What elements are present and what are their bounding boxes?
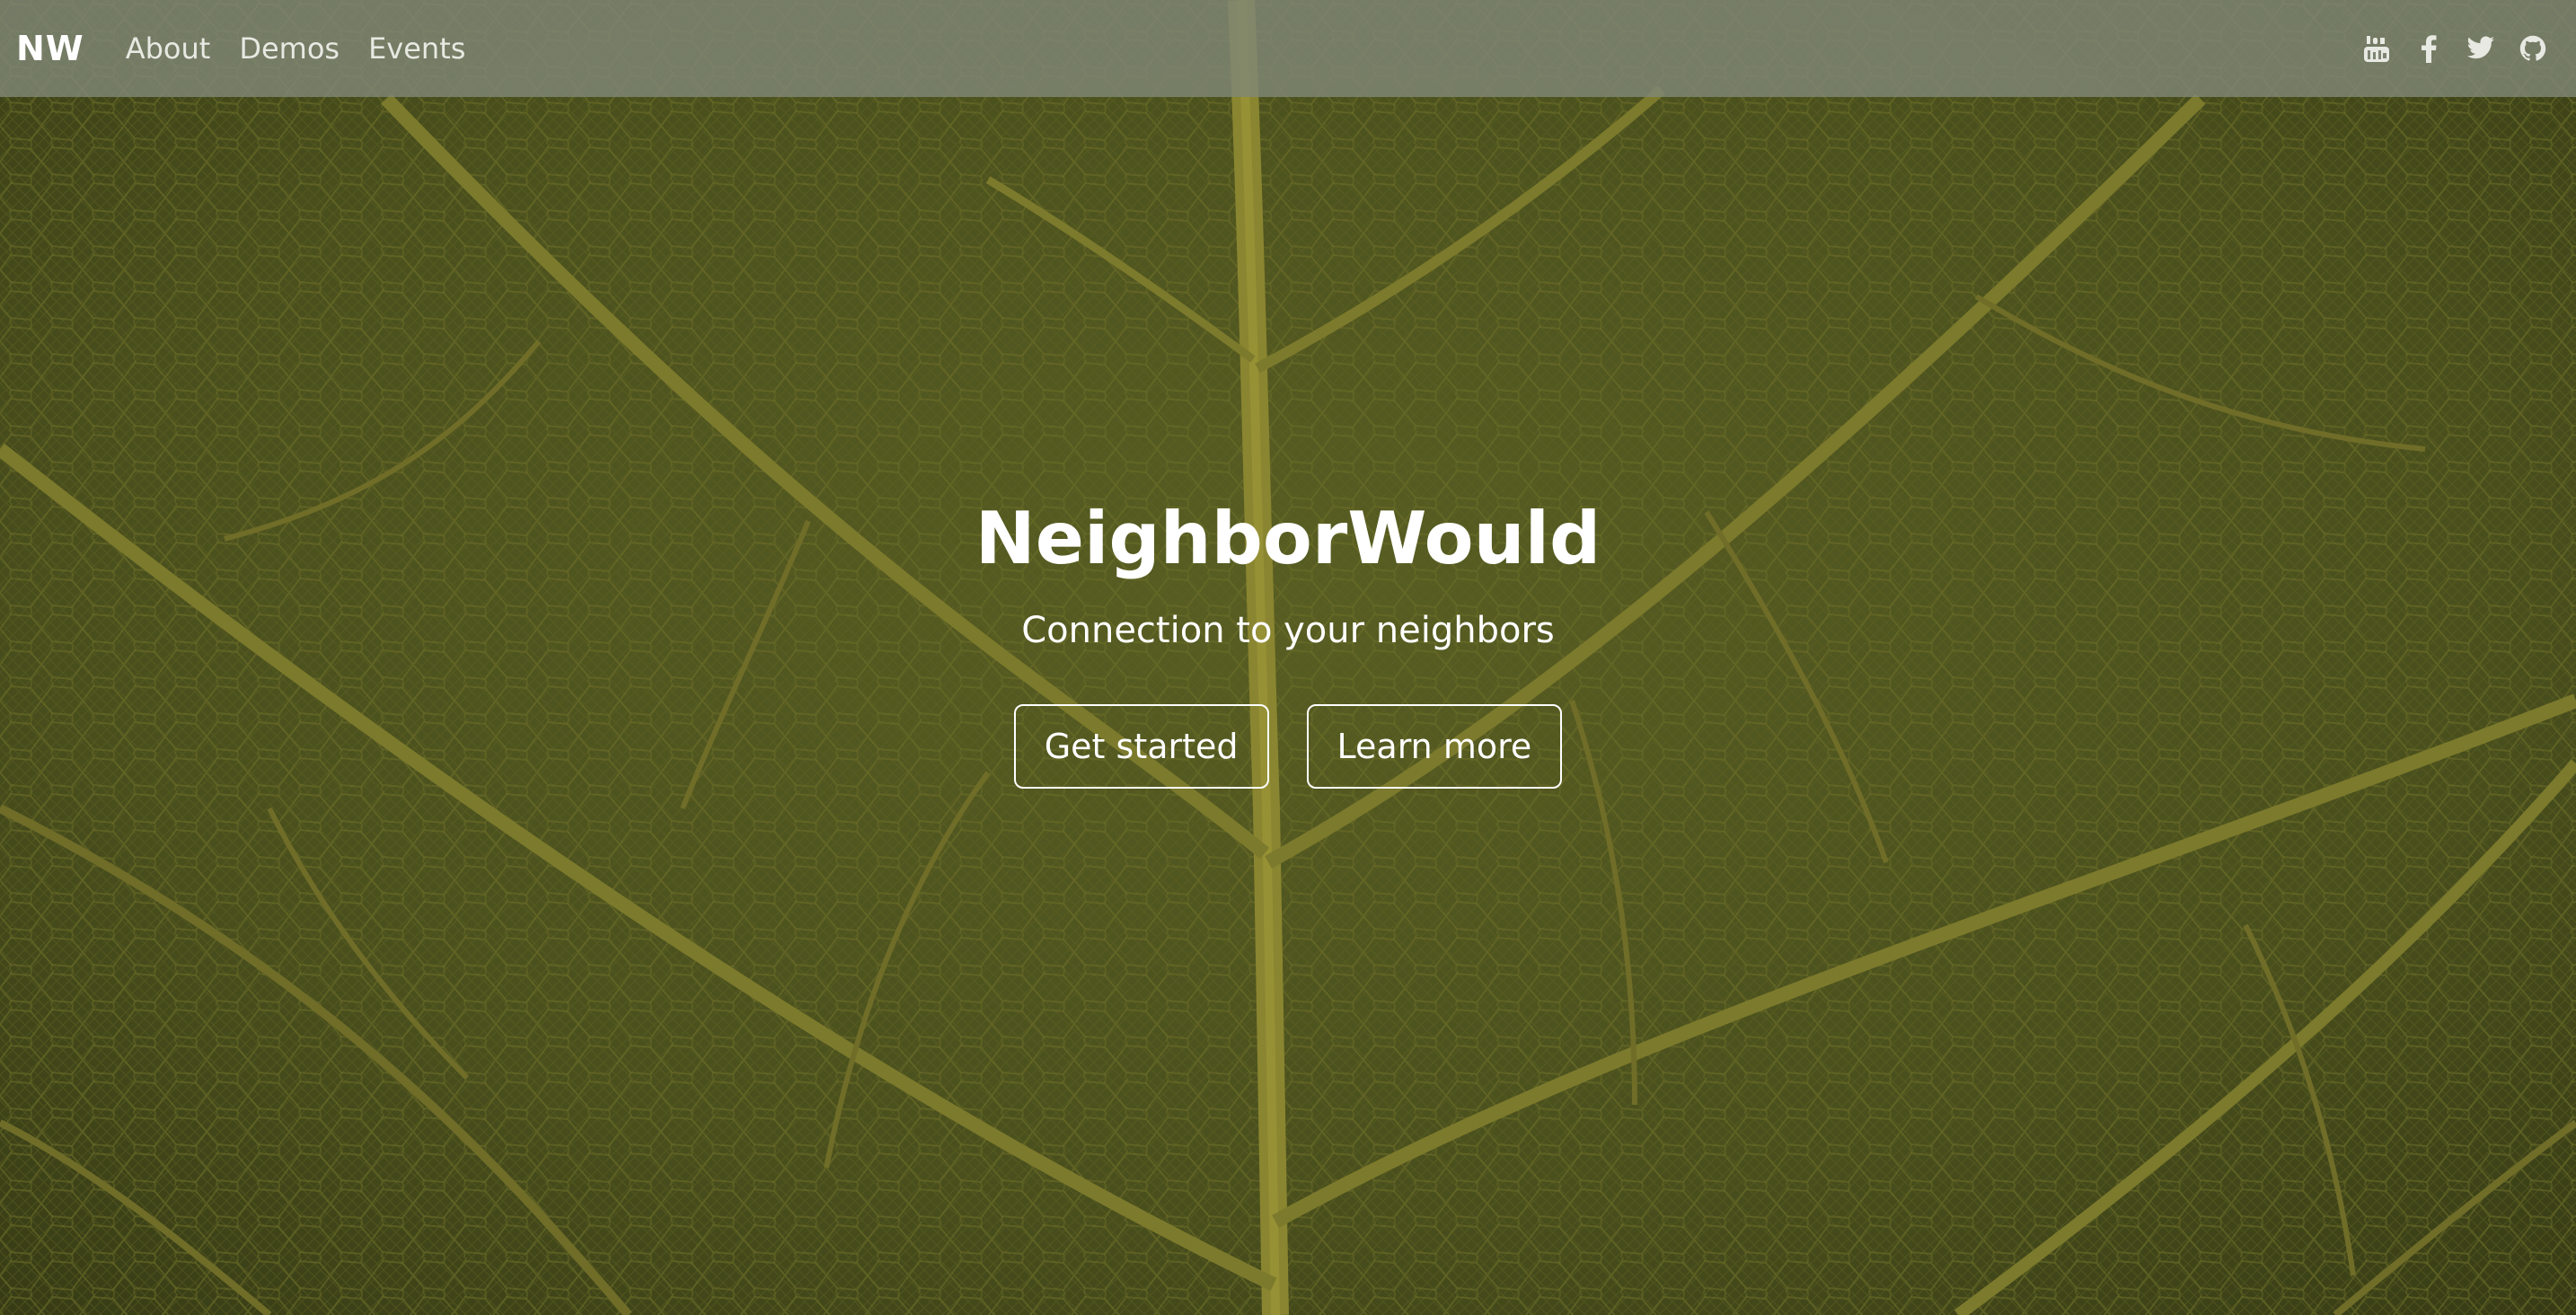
twitter-icon[interactable]	[2466, 34, 2495, 63]
social-links	[2362, 34, 2547, 63]
hero-buttons: Get started Learn more	[0, 704, 2576, 789]
top-navbar: NW About Demos Events	[0, 0, 2576, 97]
nav-link-demos[interactable]: Demos	[239, 31, 340, 66]
learn-more-button[interactable]: Learn more	[1306, 704, 1563, 789]
youtube-icon[interactable]	[2362, 34, 2391, 63]
brand-logo[interactable]: NW	[16, 29, 84, 68]
facebook-icon[interactable]	[2414, 34, 2443, 63]
nav-link-events[interactable]: Events	[368, 31, 465, 66]
nav-link-about[interactable]: About	[126, 31, 211, 66]
hero-title: NeighborWould	[975, 497, 1601, 580]
hero-subtitle: Connection to your neighbors	[1021, 610, 1555, 651]
hero-content: NeighborWould Connection to your neighbo…	[0, 485, 2576, 789]
get-started-button[interactable]: Get started	[1013, 704, 1269, 789]
page: NW About Demos Events NeighborWould Conn…	[0, 0, 2576, 1315]
github-icon[interactable]	[2519, 34, 2547, 63]
